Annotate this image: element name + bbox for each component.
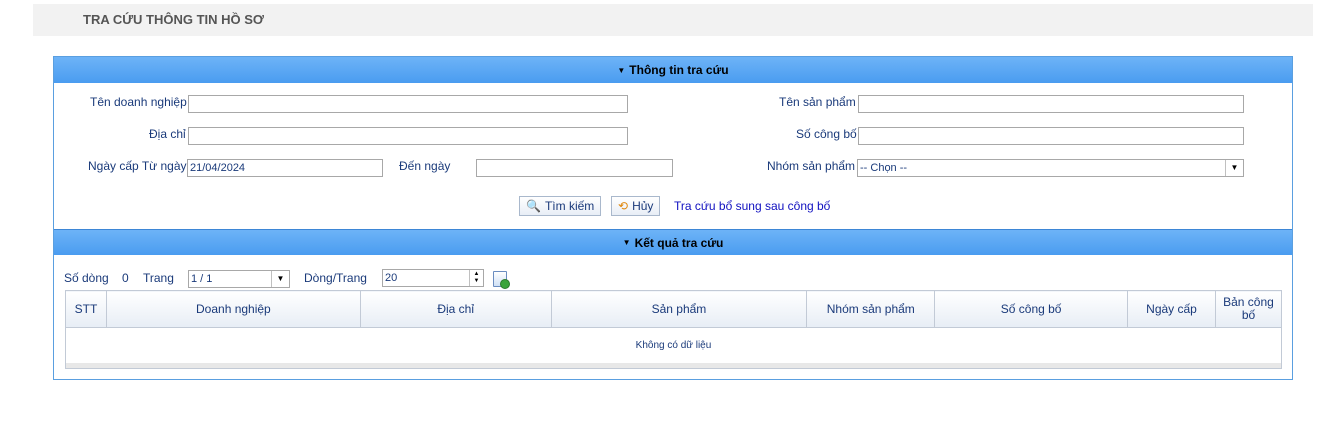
search-panel: ▼ Thông tin tra cứu Tên doanh nghiệp Địa…: [53, 56, 1293, 380]
chevron-down-icon[interactable]: ▼: [271, 271, 289, 287]
date-from-label: Ngày cấp Từ ngày: [88, 159, 187, 173]
column-header-announce-number[interactable]: Số công bố: [934, 290, 1129, 328]
table-footer: [65, 363, 1282, 369]
column-header-product-group[interactable]: Nhóm sản phẩm: [806, 290, 936, 328]
chevron-down-icon[interactable]: ▼: [1225, 160, 1243, 176]
column-header-stt[interactable]: STT: [65, 290, 107, 328]
magnifier-icon: 🔍: [526, 199, 541, 213]
column-header-company[interactable]: Doanh nghiệp: [105, 290, 361, 328]
product-input[interactable]: [858, 95, 1244, 113]
page-header: TRA CỨU THÔNG TIN HỒ SƠ: [33, 4, 1313, 36]
column-header-product[interactable]: Sản phẩm: [550, 290, 808, 328]
search-button-label: Tìm kiếm: [544, 199, 595, 213]
page-title: TRA CỨU THÔNG TIN HỒ SƠ: [83, 12, 264, 27]
export-document-icon[interactable]: [493, 271, 510, 289]
address-input[interactable]: [188, 127, 628, 145]
date-from-input[interactable]: 21/04/2024: [187, 159, 383, 177]
search-panel-title: Thông tin tra cứu: [629, 63, 729, 77]
company-input[interactable]: [188, 95, 628, 113]
rows-per-page-label: Dòng/Trang: [304, 271, 367, 285]
spinner-arrows-icon[interactable]: ▲ ▼: [469, 270, 483, 286]
product-label: Tên sản phẩm: [779, 95, 856, 109]
column-header-issue-date[interactable]: Ngày cấp: [1127, 290, 1216, 328]
row-count-label: Số dòng: [64, 271, 109, 285]
table-row: Không có dữ liệu: [65, 327, 1282, 364]
product-group-select[interactable]: -- Chọn -- ▼: [857, 159, 1244, 177]
announce-number-input[interactable]: [858, 127, 1244, 145]
table-header-row: STT Doanh nghiệp Địa chỉ Sản phẩm Nhóm s…: [65, 290, 1283, 328]
page-selected: 1 / 1: [191, 273, 213, 285]
company-label: Tên doanh nghiệp: [90, 95, 187, 109]
address-label: Địa chỉ: [149, 127, 186, 141]
column-header-announcement[interactable]: Bản công bố: [1214, 290, 1283, 328]
column-header-address[interactable]: Địa chỉ: [359, 290, 552, 328]
cancel-button[interactable]: ⟲ Hủy: [611, 196, 661, 216]
results-panel-title: Kết quả tra cứu: [634, 235, 724, 250]
announce-number-label: Số công bố: [796, 127, 857, 141]
refresh-icon: ⟲: [618, 199, 629, 213]
supplement-search-link[interactable]: Tra cứu bổ sung sau công bố: [674, 199, 830, 213]
cancel-button-label: Hủy: [632, 199, 654, 213]
empty-message: Không có dữ liệu: [65, 327, 1282, 364]
product-group-label: Nhóm sản phẩm: [767, 159, 856, 173]
page-select[interactable]: 1 / 1 ▼: [188, 270, 290, 288]
results-table: STT Doanh nghiệp Địa chỉ Sản phẩm Nhóm s…: [65, 290, 1283, 364]
page-label: Trang: [143, 271, 174, 285]
results-panel-header[interactable]: ▼ Kết quả tra cứu: [54, 229, 1292, 255]
rows-per-page-stepper[interactable]: 20 ▲ ▼: [382, 269, 484, 287]
triangle-down-icon: ▼: [617, 65, 626, 75]
triangle-down-icon: ▼: [622, 238, 631, 247]
search-panel-header[interactable]: ▼ Thông tin tra cứu: [54, 57, 1292, 83]
search-button[interactable]: 🔍 Tìm kiếm: [519, 196, 602, 216]
row-count-value: 0: [122, 271, 129, 285]
date-to-label: Đến ngày: [399, 159, 451, 173]
rows-per-page-value: 20: [385, 272, 398, 284]
product-group-selected: -- Chọn --: [860, 162, 908, 174]
date-to-input[interactable]: [476, 159, 673, 177]
